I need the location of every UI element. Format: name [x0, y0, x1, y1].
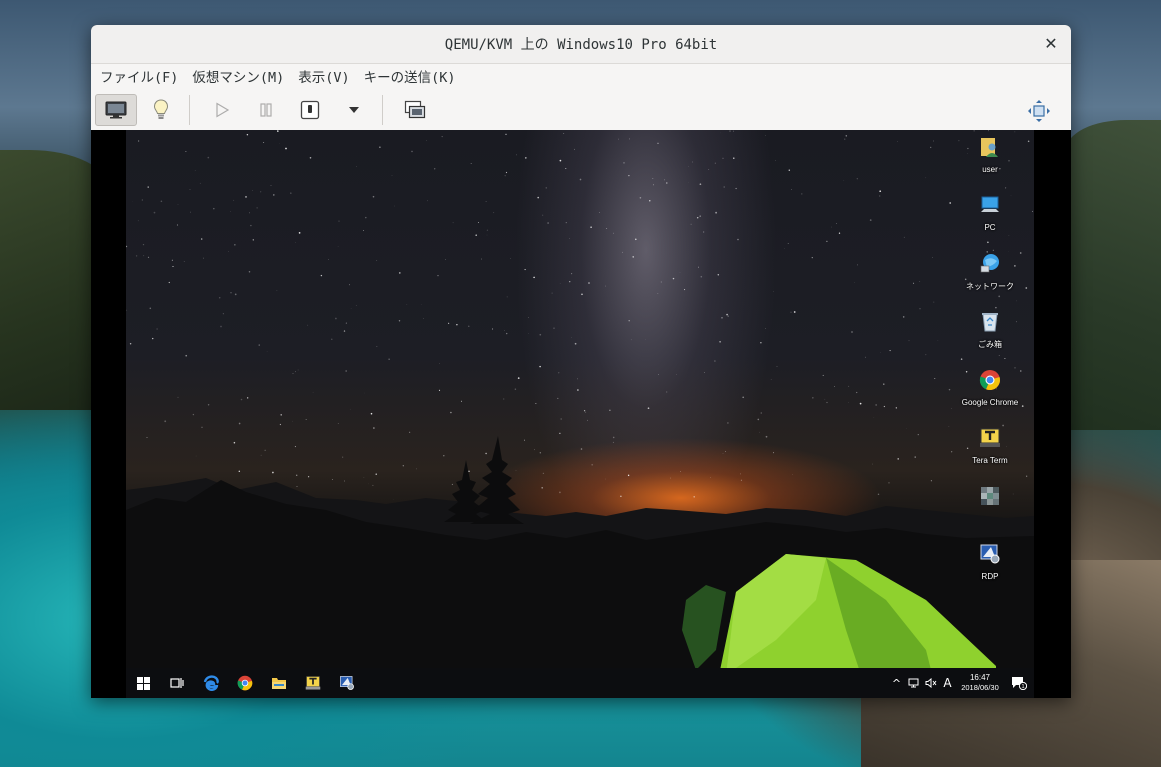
- monitor-icon: [105, 101, 127, 118]
- menu-send-key[interactable]: キーの送信(K): [357, 66, 463, 86]
- console-view-button[interactable]: [95, 93, 137, 126]
- shutdown-menu-button[interactable]: [334, 94, 374, 126]
- desktop-icon-label: PC: [984, 223, 996, 232]
- user-folder-icon: [981, 138, 998, 157]
- desktop-icon-tera-term[interactable]: Tera Term: [959, 427, 1021, 465]
- desktop-icon-label: ごみ箱: [978, 340, 1002, 349]
- edge-icon: [203, 675, 219, 691]
- windows-desktop[interactable]: user PC ネットワーク ごみ箱 Google Chrome Tera Te…: [126, 130, 1034, 698]
- pc-icon: [981, 196, 999, 212]
- background-hill-right: [1066, 120, 1161, 430]
- file-explorer-icon: [272, 678, 286, 689]
- desktop-icon-recycle-bin[interactable]: ごみ箱: [959, 310, 1021, 350]
- desktop-icon-pixelated[interactable]: [959, 485, 1021, 514]
- menu-file[interactable]: ファイル(F): [93, 66, 185, 86]
- lightbulb-icon: [153, 98, 169, 119]
- system-tray: ^ A 16:47 2018/06/30 1: [888, 668, 1034, 698]
- chrome-icon: [237, 675, 253, 691]
- fullscreen-icon: [1028, 100, 1050, 122]
- taskbar-chrome[interactable]: [228, 668, 262, 698]
- toolbar-separator: [189, 94, 190, 125]
- toolbar-separator-2: [382, 94, 383, 125]
- clock-time: 16:47: [969, 673, 991, 682]
- action-center-button[interactable]: 1: [1004, 668, 1034, 698]
- pixelated-icon: [981, 487, 999, 505]
- show-hidden-icons-button[interactable]: ^: [888, 668, 905, 698]
- desktop-icon-rdp[interactable]: RDP: [959, 543, 1021, 581]
- taskbar-file-explorer[interactable]: [262, 668, 296, 698]
- volume-tray-icon[interactable]: [922, 668, 939, 698]
- windows-taskbar: ^ A 16:47 2018/06/30 1: [126, 668, 1034, 698]
- pause-button[interactable]: [246, 94, 286, 126]
- task-view-button[interactable]: [160, 668, 194, 698]
- desktop-icon-pc[interactable]: PC: [959, 194, 1021, 232]
- run-button[interactable]: [202, 94, 242, 126]
- desktop-icon-label: Tera Term: [972, 456, 1008, 465]
- menu-virtual-machine[interactable]: 仮想マシン(M): [185, 66, 291, 86]
- start-button[interactable]: [126, 668, 160, 698]
- vm-viewer-window: QEMU/KVM 上の Windows10 Pro 64bit ✕ ファイル(F…: [91, 25, 1071, 698]
- rdp-icon: [340, 676, 354, 690]
- taskbar-rdp[interactable]: [330, 668, 364, 698]
- toolbar: [91, 88, 1071, 132]
- vm-display[interactable]: user PC ネットワーク ごみ箱 Google Chrome Tera Te…: [91, 130, 1071, 698]
- fullscreen-button[interactable]: [1019, 95, 1059, 127]
- notification-count: 1: [1021, 684, 1024, 690]
- network-status-icon: [908, 678, 919, 688]
- desktop-icon-label: RDP: [981, 572, 999, 581]
- play-icon: [216, 101, 230, 118]
- taskbar-teraterm[interactable]: [296, 668, 330, 698]
- desktop-icon-user[interactable]: user: [959, 136, 1021, 174]
- speaker-muted-icon: [925, 678, 936, 688]
- titlebar[interactable]: QEMU/KVM 上の Windows10 Pro 64bit ✕: [91, 25, 1071, 64]
- mountain-silhouette: [126, 436, 1034, 698]
- clock-date: 2018/06/30: [961, 683, 999, 692]
- power-icon: [300, 100, 320, 119]
- teraterm-icon: [305, 676, 321, 690]
- teraterm-icon: [980, 428, 1000, 447]
- desktop-icon-label: Google Chrome: [961, 398, 1019, 407]
- snapshot-icon: [404, 100, 426, 118]
- task-view-icon: [170, 678, 184, 688]
- network-tray-icon[interactable]: [905, 668, 922, 698]
- shutdown-button[interactable]: [290, 94, 330, 126]
- chevron-down-icon: [349, 106, 359, 113]
- network-icon: [980, 254, 999, 273]
- menu-view[interactable]: 表示(V): [291, 66, 356, 86]
- ime-indicator[interactable]: A: [939, 668, 956, 698]
- menubar: ファイル(F) 仮想マシン(M) 表示(V) キーの送信(K): [91, 64, 1071, 88]
- desktop-icon-network[interactable]: ネットワーク: [959, 252, 1021, 292]
- recycle-bin-icon: [982, 313, 998, 332]
- taskbar-edge[interactable]: [194, 668, 228, 698]
- notification-icon: 1: [1012, 677, 1027, 690]
- desktop-icon-label: ネットワーク: [966, 282, 1014, 291]
- snapshots-button[interactable]: [395, 94, 435, 126]
- clock[interactable]: 16:47 2018/06/30: [956, 673, 1004, 693]
- desktop-icon-google-chrome[interactable]: Google Chrome: [959, 369, 1021, 407]
- pause-icon: [260, 102, 272, 117]
- window-title: QEMU/KVM 上の Windows10 Pro 64bit: [444, 37, 718, 53]
- chrome-icon: [979, 370, 1000, 391]
- desktop-icon-label: user: [982, 165, 998, 174]
- details-view-button[interactable]: [141, 94, 181, 126]
- close-button[interactable]: ✕: [1041, 34, 1061, 54]
- windows-start-icon: [136, 676, 150, 690]
- rdp-icon: [980, 544, 1000, 564]
